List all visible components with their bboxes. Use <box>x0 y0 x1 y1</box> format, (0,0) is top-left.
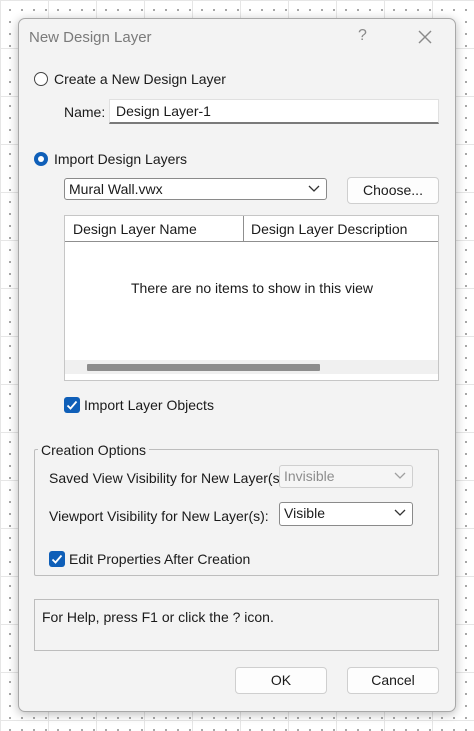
horizontal-scrollbar[interactable] <box>65 360 438 374</box>
name-label: Name: <box>64 104 106 120</box>
import-radio[interactable] <box>34 152 48 166</box>
help-status-box: For Help, press F1 or click the ? icon. <box>34 599 439 651</box>
column-separator[interactable] <box>243 216 244 242</box>
ok-button[interactable]: OK <box>235 667 327 694</box>
column-design-layer-description[interactable]: Design Layer Description <box>251 221 407 237</box>
creation-options-legend: Creation Options <box>38 442 150 458</box>
column-design-layer-name[interactable]: Design Layer Name <box>73 221 197 237</box>
choose-button[interactable]: Choose... <box>347 177 439 204</box>
file-select[interactable]: Mural Wall.vwx <box>64 178 327 200</box>
checkmark-icon <box>66 400 78 410</box>
chevron-down-icon <box>394 509 406 516</box>
close-button[interactable] <box>411 23 439 51</box>
layer-list-header: Design Layer Name Design Layer Descripti… <box>65 216 438 242</box>
dialog-title: New Design Layer <box>29 29 152 46</box>
viewport-value: Visible <box>284 505 325 521</box>
name-field[interactable]: Design Layer-1 <box>109 99 439 124</box>
chevron-down-icon <box>308 185 320 192</box>
import-objects-label[interactable]: Import Layer Objects <box>84 397 214 413</box>
import-label[interactable]: Import Design Layers <box>54 151 187 167</box>
edit-properties-checkbox[interactable] <box>49 551 65 567</box>
help-status-text: For Help, press F1 or click the ? icon. <box>42 609 274 625</box>
edit-properties-label[interactable]: Edit Properties After Creation <box>69 551 250 567</box>
layer-list[interactable]: Design Layer Name Design Layer Descripti… <box>64 215 439 381</box>
file-select-value: Mural Wall.vwx <box>69 181 163 197</box>
viewport-select[interactable]: Visible <box>279 502 413 526</box>
viewport-label: Viewport Visibility for New Layer(s): <box>49 508 269 524</box>
empty-list-message: There are no items to show in this view <box>131 280 373 296</box>
close-icon <box>418 30 432 44</box>
create-new-label[interactable]: Create a New Design Layer <box>54 71 226 87</box>
new-design-layer-dialog: New Design Layer ? Create a New Design L… <box>18 18 456 712</box>
scrollbar-thumb[interactable] <box>87 364 320 371</box>
saved-view-value: Invisible <box>284 468 335 484</box>
checkmark-icon <box>51 554 63 564</box>
chevron-down-icon <box>394 472 406 479</box>
saved-view-select: Invisible <box>279 465 413 488</box>
help-button[interactable]: ? <box>358 27 367 45</box>
create-new-radio[interactable] <box>34 72 48 86</box>
import-objects-checkbox[interactable] <box>64 397 80 413</box>
saved-view-label: Saved View Visibility for New Layer(s): <box>49 470 289 486</box>
cancel-button[interactable]: Cancel <box>347 667 439 694</box>
